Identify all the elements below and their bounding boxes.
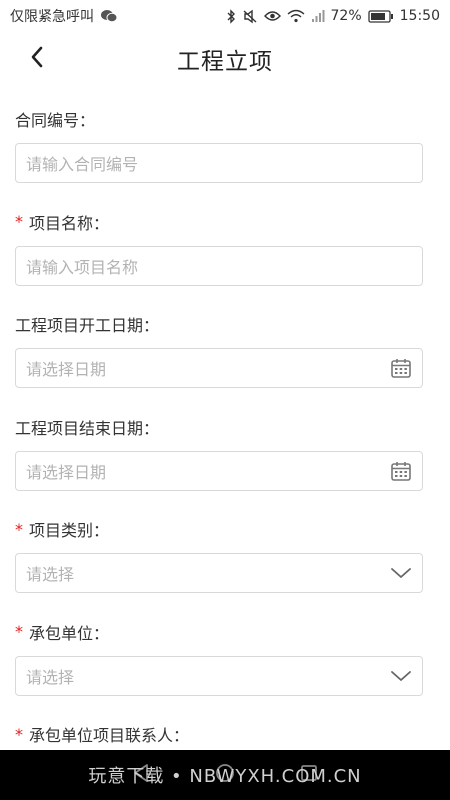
- wechat-icon: [100, 9, 118, 23]
- field-label: 合同编号：: [15, 102, 423, 136]
- required-mark: *: [15, 622, 23, 641]
- chevron-left-icon: [29, 45, 45, 73]
- status-bar: 仅限紧急呼叫 72% 15:50: [0, 0, 450, 32]
- field-label: * 承包单位：: [15, 615, 423, 649]
- project-name-input[interactable]: 请输入项目名称: [15, 245, 423, 286]
- field-end-date: 工程项目结束日期： 请选择日期: [15, 410, 423, 513]
- label-text: 承包单位项目联系人：: [29, 726, 190, 745]
- calendar-icon[interactable]: [390, 460, 412, 482]
- system-nav-bar: 玩意下载 • NBWYXH.COM.CN: [0, 750, 450, 800]
- input-placeholder: 请选择日期: [26, 462, 107, 482]
- contract-number-input[interactable]: 请输入合同编号: [15, 143, 423, 183]
- label-text: 工程项目开工日期：: [15, 316, 160, 335]
- label-text: 合同编号：: [15, 111, 96, 130]
- label-text: 工程项目结束日期：: [15, 418, 160, 438]
- project-category-select[interactable]: 请选择: [15, 553, 423, 593]
- bluetooth-icon: [226, 8, 236, 24]
- input-placeholder: 请输入项目名称: [26, 257, 139, 277]
- chevron-down-icon: [390, 669, 412, 683]
- mute-icon: [242, 9, 258, 24]
- calendar-icon[interactable]: [390, 357, 412, 379]
- clock: 15:50: [399, 8, 440, 24]
- field-label: * 项目类别：: [15, 512, 423, 546]
- page-title: 工程立项: [177, 49, 273, 75]
- contractor-select[interactable]: 请选择: [15, 655, 423, 696]
- field-label: 工程项目结束日期：: [15, 410, 423, 444]
- required-mark: *: [15, 212, 23, 231]
- select-placeholder: 请选择: [26, 565, 75, 584]
- back-button[interactable]: [20, 42, 54, 76]
- eye-icon: [263, 10, 281, 22]
- wifi-icon: [287, 9, 305, 23]
- field-label: * 承包单位项目联系人：: [15, 717, 423, 751]
- label-text: 承包单位：: [29, 623, 110, 643]
- field-start-date: 工程项目开工日期： 请选择日期: [15, 307, 423, 410]
- field-label: 工程项目开工日期：: [15, 307, 423, 341]
- end-date-picker[interactable]: 请选择日期: [15, 450, 423, 491]
- field-project-name: * 项目名称： 请输入项目名称: [15, 205, 423, 308]
- label-text: 项目名称：: [29, 213, 110, 233]
- field-contract-number: 合同编号： 请输入合同编号: [15, 102, 423, 205]
- watermark-text: 玩意下载 • NBWYXH.COM.CN: [88, 766, 362, 787]
- carrier-text: 仅限紧急呼叫: [10, 9, 94, 25]
- label-text: 项目类别：: [29, 521, 110, 540]
- required-mark: *: [15, 724, 23, 744]
- battery-text: 72%: [330, 8, 362, 24]
- project-form: 合同编号： 请输入合同编号 * 项目名称： 请输入项目名称 工程项目开工日期： …: [15, 102, 423, 800]
- signal-icon: [311, 9, 325, 23]
- status-left: 仅限紧急呼叫: [10, 6, 118, 26]
- nav-bar: 工程立项: [0, 32, 450, 86]
- battery-icon: [367, 9, 394, 23]
- select-placeholder: 请选择: [26, 667, 75, 687]
- field-label: * 项目名称：: [15, 205, 423, 239]
- chevron-down-icon: [390, 566, 412, 580]
- field-contractor: * 承包单位： 请选择: [15, 615, 423, 718]
- start-date-picker[interactable]: 请选择日期: [15, 348, 423, 388]
- input-placeholder: 请选择日期: [26, 360, 107, 379]
- required-mark: *: [15, 519, 23, 539]
- input-placeholder: 请输入合同编号: [26, 155, 139, 174]
- field-project-category: * 项目类别： 请选择: [15, 512, 423, 615]
- status-right: 72% 15:50: [226, 8, 440, 24]
